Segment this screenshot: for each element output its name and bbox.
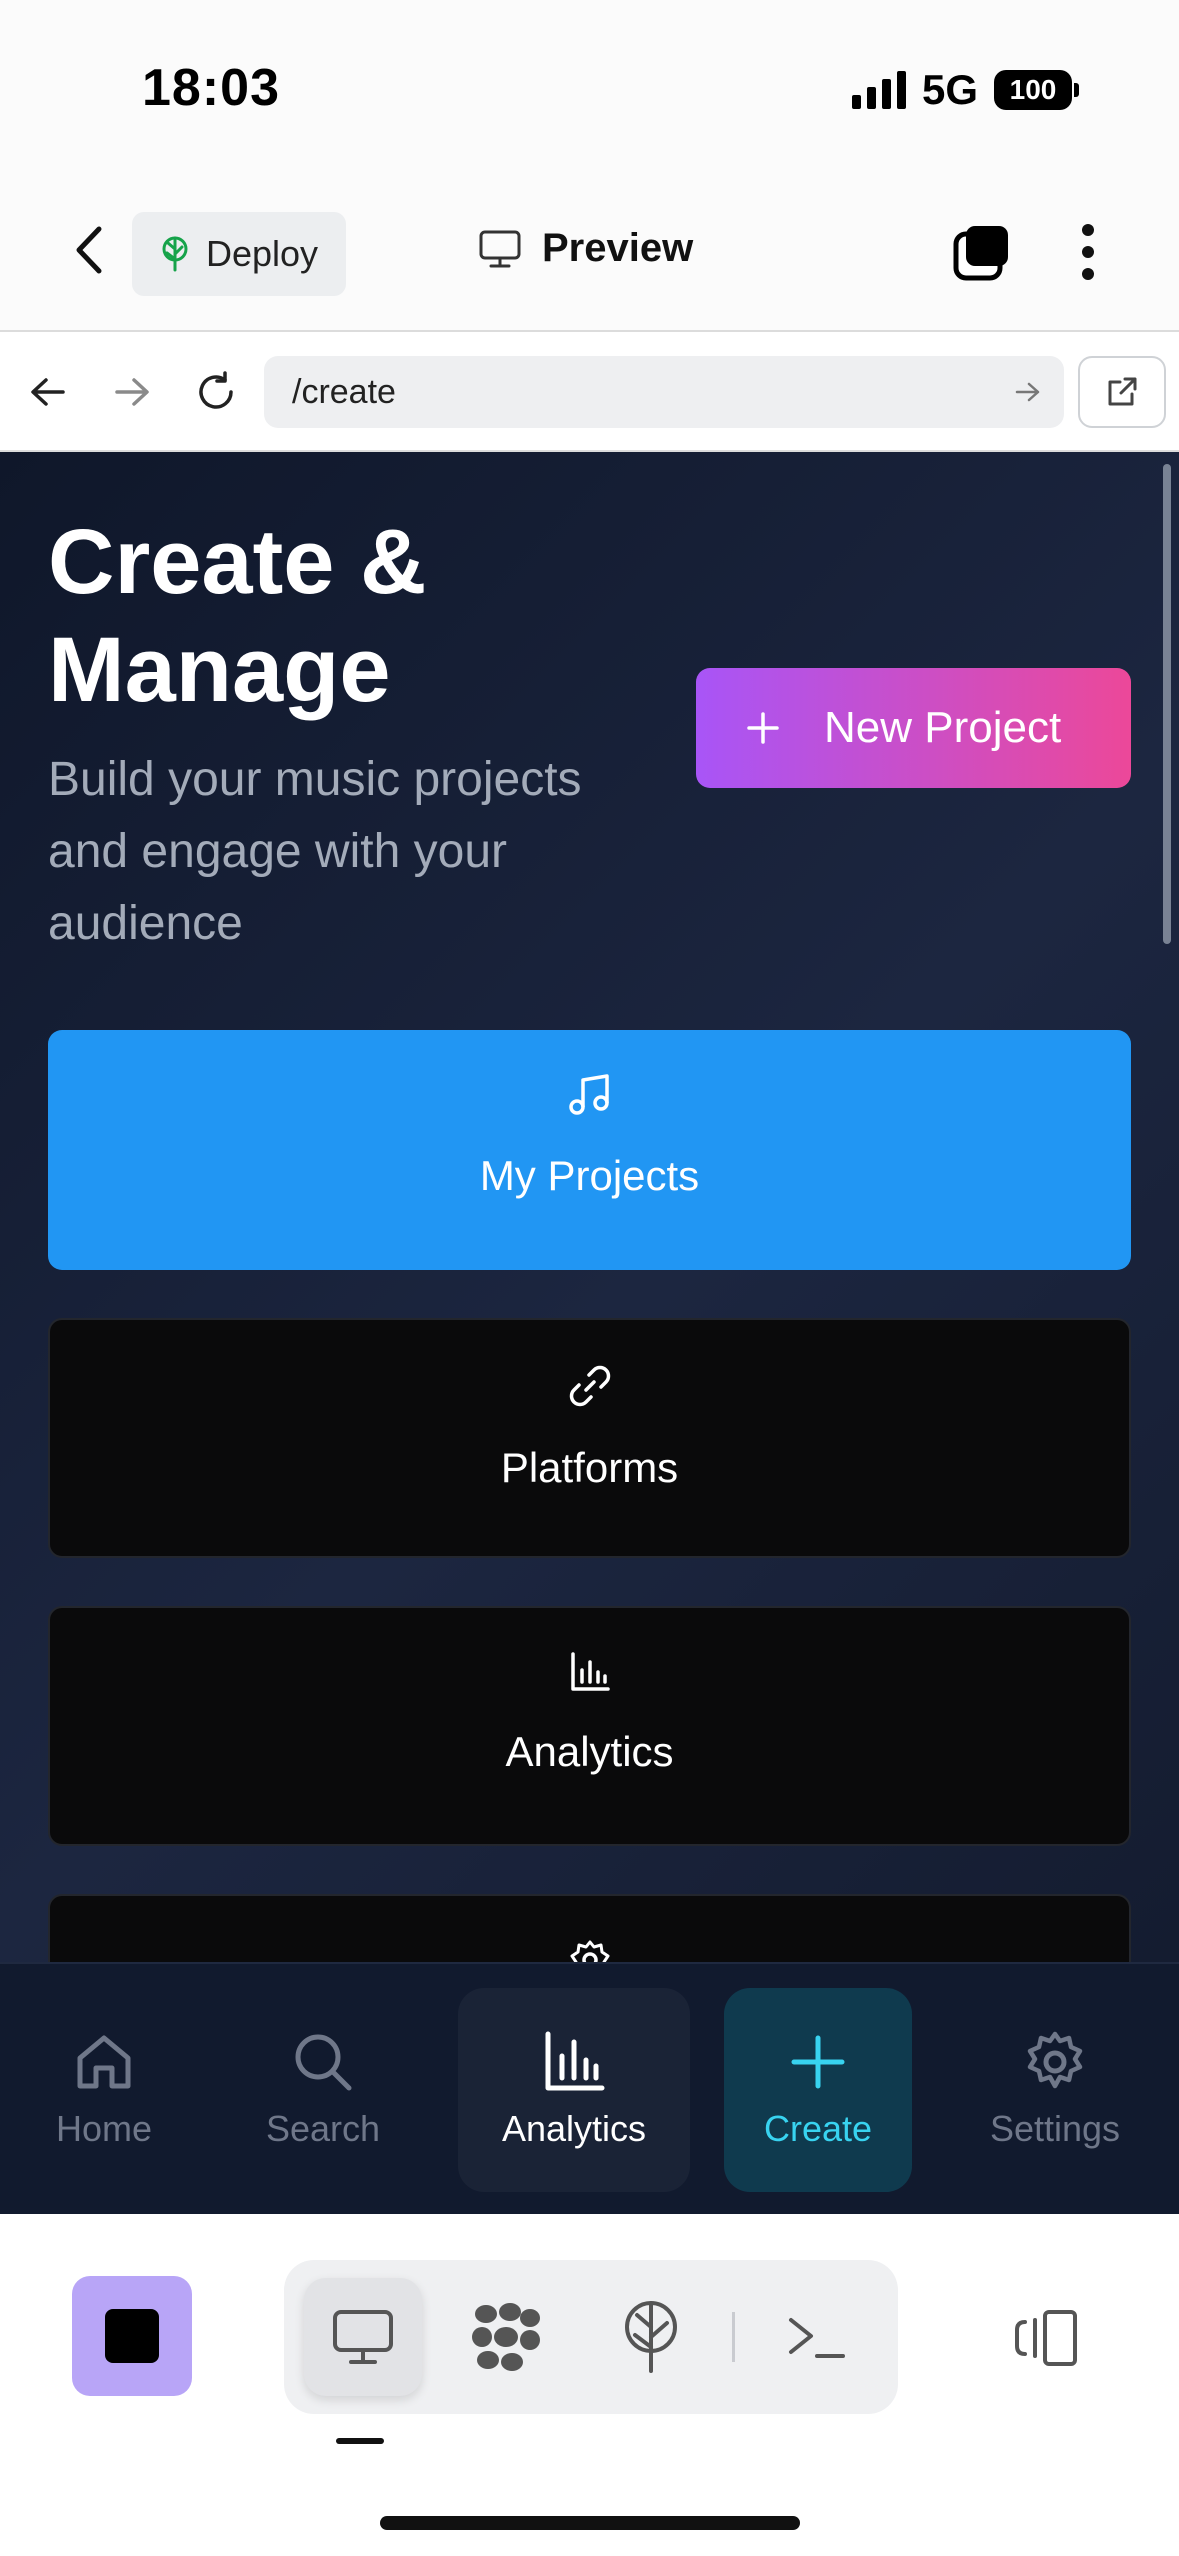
tab-analytics[interactable]: Analytics xyxy=(458,1988,690,2192)
signal-icon xyxy=(851,71,906,109)
arrow-left-icon xyxy=(31,378,65,406)
status-indicators: 5G 100 xyxy=(851,66,1079,114)
status-time: 18:03 xyxy=(142,59,280,117)
open-external-button[interactable] xyxy=(1078,356,1166,428)
back-button[interactable] xyxy=(62,222,114,278)
reload-button[interactable] xyxy=(188,364,244,420)
toggle-panel-button[interactable] xyxy=(1004,2296,1088,2380)
battery-level: 100 xyxy=(994,70,1072,110)
home-icon xyxy=(77,2035,131,2089)
page-title: Create & Manage xyxy=(48,511,427,721)
reload-icon xyxy=(199,371,233,409)
view-switcher xyxy=(284,2260,898,2414)
panel-icon xyxy=(1015,2310,1077,2366)
go-arrow-icon[interactable] xyxy=(1014,380,1042,404)
grid-blob-icon xyxy=(472,2303,540,2371)
preview-label: Preview xyxy=(542,226,694,270)
search-icon xyxy=(295,2034,352,2091)
preview-view-button[interactable] xyxy=(304,2278,422,2396)
scrollbar[interactable] xyxy=(1163,464,1171,944)
app-header: Deploy Preview xyxy=(0,170,1179,332)
network-type: 5G xyxy=(921,66,978,113)
main-content: Create & Manage Build your music project… xyxy=(0,452,1179,1962)
plus-icon xyxy=(747,712,779,744)
music-note-icon xyxy=(568,1074,609,1115)
active-tool-indicator xyxy=(336,2438,384,2444)
gear-icon xyxy=(1027,2031,1083,2089)
card-platforms[interactable]: Platforms xyxy=(48,1318,1131,1558)
deploy-view-button[interactable] xyxy=(592,2278,710,2396)
new-project-label: New Project xyxy=(824,703,1062,752)
page-subtitle: Build your music projects and engage wit… xyxy=(48,753,582,950)
more-vertical-icon xyxy=(1082,224,1094,236)
tab-label: Create xyxy=(763,2108,873,2149)
toolbar-divider xyxy=(732,2312,735,2362)
tree-icon xyxy=(625,2301,677,2373)
link-icon xyxy=(569,1365,610,1407)
stop-button[interactable] xyxy=(72,2276,192,2396)
url-field[interactable]: /create xyxy=(264,356,1064,428)
browser-bar: /create xyxy=(0,332,1179,452)
tab-search[interactable]: Search xyxy=(248,1988,398,2192)
card-partial[interactable] xyxy=(48,1894,1131,1962)
gear-icon xyxy=(570,1940,609,1962)
status-bar: 18:03 5G 100 xyxy=(0,0,1179,170)
browser-back-button[interactable] xyxy=(20,364,76,420)
tab-label: Search xyxy=(265,2108,381,2149)
deploy-label: Deploy xyxy=(206,233,319,274)
new-project-button[interactable]: New Project xyxy=(696,668,1131,788)
editor-toolbar xyxy=(0,2214,1179,2556)
arrow-right-icon xyxy=(115,378,149,406)
stop-icon xyxy=(105,2309,159,2363)
terminal-view-button[interactable] xyxy=(758,2278,876,2396)
tab-label: Settings xyxy=(989,2108,1121,2149)
bottom-tab-bar: Home Search Analytics Create Settings xyxy=(0,1962,1179,2214)
bar-chart-icon xyxy=(545,2031,605,2091)
battery-icon: 100 xyxy=(994,70,1079,110)
external-link-icon xyxy=(1108,377,1137,406)
browser-forward-button[interactable] xyxy=(104,364,160,420)
plus-icon xyxy=(791,2035,845,2089)
tab-home[interactable]: Home xyxy=(34,1988,174,2192)
card-my-projects[interactable]: My Projects xyxy=(48,1030,1131,1270)
terminal-icon xyxy=(789,2318,845,2358)
home-indicator xyxy=(380,2516,800,2530)
preview-toggle[interactable]: Preview xyxy=(478,226,693,271)
tab-label: Analytics xyxy=(501,2108,647,2149)
tree-icon xyxy=(162,236,188,272)
monitor-icon xyxy=(333,2310,393,2364)
tab-create[interactable]: Create xyxy=(724,1988,912,2192)
tabs-icon xyxy=(953,226,1008,281)
card-label: Analytics xyxy=(505,1728,674,1775)
chevron-left-icon xyxy=(76,226,102,274)
monitor-icon xyxy=(479,230,521,267)
tab-label: Home xyxy=(55,2108,153,2149)
bar-chart-icon xyxy=(570,1652,610,1691)
tabs-button[interactable] xyxy=(952,222,1012,282)
card-label: My Projects xyxy=(479,1152,700,1199)
card-analytics[interactable]: Analytics xyxy=(48,1606,1131,1846)
deploy-button[interactable]: Deploy xyxy=(132,212,346,296)
components-view-button[interactable] xyxy=(448,2278,566,2396)
url-text: /create xyxy=(292,372,396,411)
card-label: Platforms xyxy=(500,1444,679,1491)
tab-settings[interactable]: Settings xyxy=(970,1988,1140,2192)
more-options-button[interactable] xyxy=(1070,220,1106,284)
